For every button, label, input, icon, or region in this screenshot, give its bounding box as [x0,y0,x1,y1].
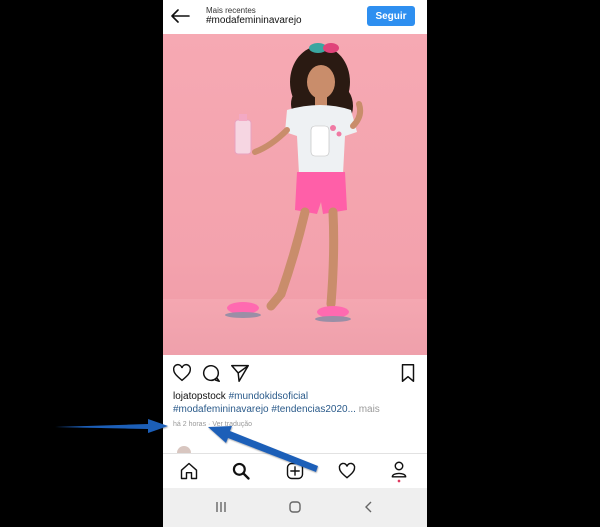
system-back-button[interactable] [357,496,381,518]
user-icon [391,461,407,483]
top-bar: Mais recentes #modafemininavarejo Seguir [163,0,427,33]
avatar [177,446,191,453]
nav-activity[interactable] [335,459,359,483]
chevron-left-icon [365,501,372,513]
follow-button[interactable]: Seguir [367,6,415,26]
hashtag-links[interactable]: #modafemininavarejo #tendencias2020... [173,404,356,415]
post-caption: lojatopstock #mundokidsoficial #modafemi… [173,390,423,416]
send-icon [231,364,249,382]
header-subtitle: Mais recentes [206,6,256,15]
bottom-navigation [163,453,427,489]
hashtag-link[interactable]: #mundokidsoficial [229,391,309,402]
nav-search[interactable] [229,459,253,483]
caption-line-1: lojatopstock #mundokidsoficial [173,390,423,403]
heart-icon [172,363,192,382]
share-button[interactable] [229,362,251,384]
nav-add[interactable] [283,459,307,483]
arrow-left-icon [171,9,190,23]
home-icon [180,462,198,480]
comment-icon [203,364,220,382]
see-translation-link[interactable]: Ver tradução [212,421,252,428]
phone-screen: Mais recentes #modafemininavarejo Seguir [163,0,427,527]
square-home-icon [289,501,301,513]
nav-home[interactable] [177,459,201,483]
comment-button[interactable] [200,362,222,384]
nav-profile[interactable] [387,459,411,483]
meta-separator: · [208,421,211,428]
recent-apps-button[interactable] [209,496,233,518]
post-actions [163,359,427,389]
girl-illustration [225,43,364,322]
post-time: há 2 horas [173,421,207,428]
back-button[interactable] [169,6,191,26]
hashtag-title: #modafemininavarejo [206,15,302,26]
caption-line-2: #modafemininavarejo #tendencias2020... m… [173,403,423,416]
post-meta: há 2 horas · Ver tradução [173,421,252,428]
bookmark-icon [401,364,415,382]
post-image[interactable] [163,34,427,355]
save-button[interactable] [397,362,419,384]
username-link[interactable]: lojatopstock [173,391,226,402]
home-system-button[interactable] [283,496,307,518]
heart-icon [338,462,356,479]
recent-apps-icon [216,502,226,512]
notification-dot [397,479,401,483]
arrow-left-pointer [55,419,168,433]
system-navigation-bar [163,488,427,527]
search-icon [232,462,250,480]
plus-square-icon [286,462,304,480]
header-titles: Mais recentes #modafemininavarejo [206,6,302,27]
like-button[interactable] [171,362,193,384]
more-link[interactable]: mais [359,404,380,415]
